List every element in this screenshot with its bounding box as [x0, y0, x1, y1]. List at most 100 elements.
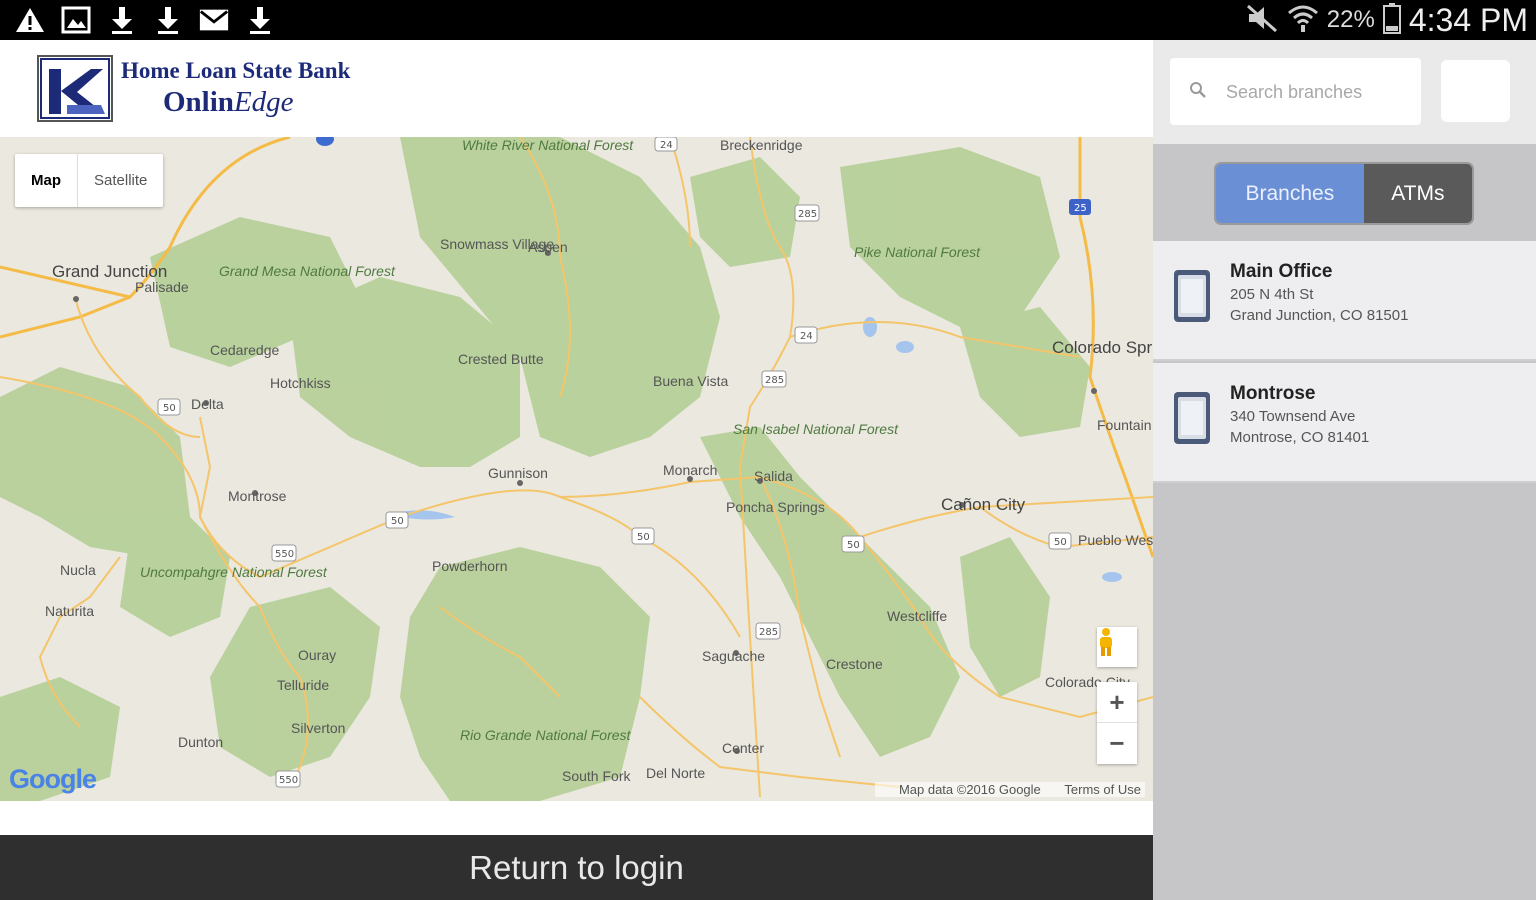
branch-map[interactable]: 24 285 24 285 50 50 550 50 50 50 285 550…	[0, 137, 1153, 801]
status-bar: 22% 4:34 PM	[0, 0, 1536, 40]
branch-address-line2: Montrose, CO 81401	[1230, 429, 1370, 446]
map-label: Telluride	[277, 677, 330, 693]
branch-name: Montrose	[1230, 383, 1316, 404]
forest-label: Pike National Forest	[854, 244, 981, 260]
map-label: Powderhorn	[432, 558, 508, 574]
svg-text:24: 24	[800, 331, 813, 342]
bottom-bar: Return to login	[0, 835, 1153, 900]
map-label: Breckenridge	[720, 137, 803, 153]
search-icon	[1188, 80, 1208, 105]
svg-text:50: 50	[1054, 537, 1067, 548]
map-label: Silverton	[291, 720, 346, 736]
google-logo: Google	[9, 764, 97, 795]
map-label: Crested Butte	[458, 351, 544, 367]
battery-percent: 22%	[1326, 6, 1375, 33]
map-label: Delta	[191, 396, 224, 412]
street-view-pegman-icon[interactable]	[1097, 627, 1137, 667]
svg-text:50: 50	[637, 532, 650, 543]
map-label: Saguache	[702, 648, 766, 664]
map-label: Aspen	[528, 239, 568, 255]
battery-icon	[1382, 2, 1401, 39]
segment-row: Branches ATMs	[1153, 144, 1536, 241]
product-name-italic: Edge	[233, 86, 294, 118]
map-data-credit: Map data ©2016 Google	[898, 782, 1041, 797]
branches-atms-toggle: Branches ATMs	[1214, 162, 1474, 225]
map-label: Cedaredge	[210, 342, 280, 358]
map-attribution: Map data ©2016 Google Terms of Use	[874, 782, 1145, 797]
svg-text:50: 50	[847, 540, 860, 551]
map-label: Cañon City	[941, 495, 1026, 514]
map-label: Pueblo West	[1078, 532, 1153, 548]
map-label: Nucla	[60, 562, 96, 578]
map-label: Hotchkiss	[270, 375, 331, 391]
image-icon	[60, 4, 92, 36]
warning-icon	[14, 4, 46, 36]
location-button[interactable]	[1441, 60, 1510, 122]
bank-logo-icon	[37, 55, 113, 122]
google-logo-text: Google	[9, 764, 97, 794]
forest-label: Grand Mesa National Forest	[219, 263, 395, 279]
svg-text:24: 24	[660, 140, 673, 151]
branches-tab[interactable]: Branches	[1216, 164, 1364, 223]
atms-tab[interactable]: ATMs	[1363, 164, 1472, 223]
building-icon	[1173, 269, 1211, 323]
map-label: Colorado Springs	[1052, 338, 1153, 357]
svg-text:25: 25	[1074, 203, 1087, 214]
map-label: South Fork	[562, 768, 631, 784]
map-label: Palisade	[135, 279, 189, 295]
map-label: Buena Vista	[653, 373, 729, 389]
bank-header: Home Loan State Bank OnlinEdge	[0, 40, 1153, 137]
zoom-control: + −	[1097, 682, 1137, 764]
map-label: Ouray	[298, 647, 337, 663]
return-to-login-button[interactable]: Return to login	[0, 835, 1153, 900]
map-label: Monarch	[663, 462, 718, 478]
forest-label: San Isabel National Forest	[733, 421, 898, 437]
map-type-map-button[interactable]: Map	[15, 154, 78, 207]
forest-label: White River National Forest	[462, 137, 634, 153]
search-input[interactable]	[1226, 78, 1411, 106]
bank-name: Home Loan State Bank	[121, 58, 351, 83]
svg-text:550: 550	[279, 775, 298, 786]
branch-name: Main Office	[1230, 261, 1333, 282]
product-name: OnlinEdge	[163, 86, 294, 119]
branch-list-item[interactable]: Montrose 340 Townsend Ave Montrose, CO 8…	[1153, 363, 1536, 483]
map-tiles: 24 285 24 285 50 50 550 50 50 50 285 550…	[0, 137, 1153, 801]
forest-label: Rio Grande National Forest	[460, 727, 631, 743]
branch-list-item[interactable]: Main Office 205 N 4th St Grand Junction,…	[1153, 241, 1536, 361]
branch-address-line2: Grand Junction, CO 81501	[1230, 307, 1409, 324]
map-label: Fountain	[1097, 417, 1152, 433]
map-label: Westcliffe	[887, 608, 948, 624]
map-label: Dunton	[178, 734, 224, 750]
map-label: Salida	[754, 468, 793, 484]
svg-text:285: 285	[765, 375, 784, 386]
terms-of-use-link[interactable]: Terms of Use	[1064, 782, 1141, 797]
download-icon	[244, 4, 276, 36]
mail-icon	[198, 4, 230, 36]
main-content: Home Loan State Bank OnlinEdge 24 285 24…	[0, 40, 1153, 835]
download-icon	[106, 4, 138, 36]
map-label: Poncha Springs	[726, 499, 825, 515]
svg-text:50: 50	[391, 516, 404, 527]
svg-text:285: 285	[759, 627, 778, 638]
building-icon	[1173, 391, 1211, 445]
svg-text:50: 50	[163, 403, 176, 414]
map-label: Naturita	[45, 603, 95, 619]
notification-icons	[14, 2, 276, 38]
svg-text:550: 550	[275, 549, 294, 560]
mute-icon	[1245, 3, 1279, 38]
branch-sidebar: Branches ATMs Main Office 205 N 4th St G…	[1153, 40, 1536, 900]
zoom-out-button[interactable]: −	[1097, 723, 1137, 764]
map-type-satellite-button[interactable]: Satellite	[78, 154, 163, 207]
clock: 4:34 PM	[1408, 1, 1528, 38]
map-label: Crestone	[826, 656, 883, 672]
branch-address-line1: 205 N 4th St	[1230, 286, 1314, 303]
map-type-toggle: Map Satellite	[15, 154, 164, 207]
branch-address-line1: 340 Townsend Ave	[1230, 408, 1356, 425]
zoom-in-button[interactable]: +	[1097, 682, 1137, 723]
forest-label: Uncompahgre National Forest	[140, 564, 327, 580]
system-indicators: 22% 4:34 PM	[1245, 0, 1528, 40]
wifi-icon	[1287, 3, 1319, 38]
product-name-plain: Onlin	[163, 86, 234, 118]
map-label: Montrose	[228, 488, 287, 504]
search-box	[1170, 58, 1421, 125]
